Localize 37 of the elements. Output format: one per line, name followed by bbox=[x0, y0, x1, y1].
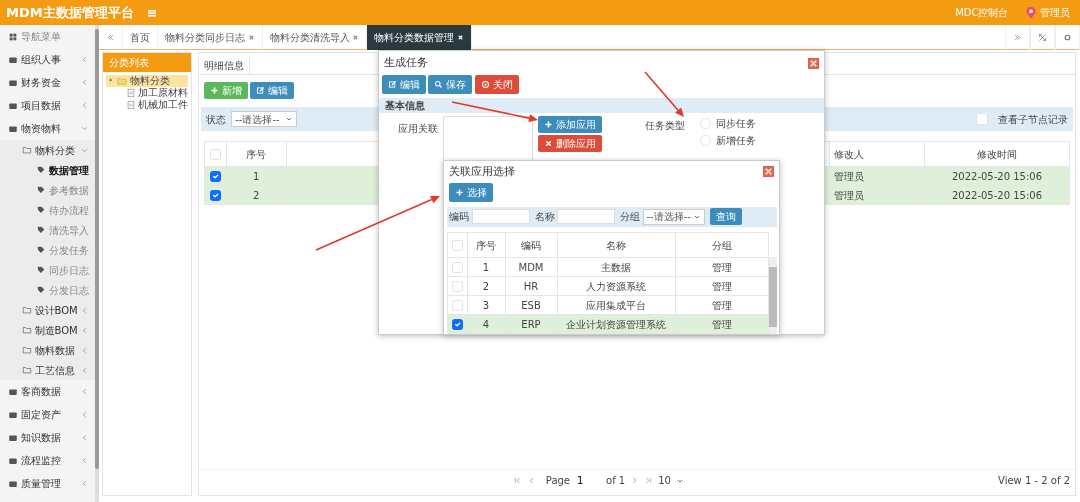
filter-label: 状态 bbox=[206, 112, 227, 127]
table-cell: 3 bbox=[467, 295, 505, 315]
panel-title: 分类列表 bbox=[109, 56, 150, 70]
page-label: Page bbox=[545, 474, 570, 488]
table-cell: 管理 bbox=[675, 276, 769, 296]
table-cell: 主数据 bbox=[557, 257, 675, 277]
sidebar-title: 导航菜单 bbox=[20, 30, 61, 44]
dialog-title: 关联应用选择 bbox=[449, 163, 516, 180]
field-label: 应用关联 bbox=[397, 121, 439, 136]
filter-label: 名称 bbox=[534, 210, 555, 225]
page-summary: View 1 - 2 of 2 bbox=[998, 474, 1070, 488]
column-header: 序号 bbox=[226, 141, 287, 167]
column-header: 修改人 bbox=[829, 141, 925, 167]
checkbox-label: 查看子节点记录 bbox=[997, 112, 1068, 127]
table-cell: HR bbox=[505, 276, 557, 296]
column-header: 编码 bbox=[505, 232, 557, 258]
section-header: 基本信息 bbox=[379, 98, 824, 113]
column-header: 修改时间 bbox=[924, 141, 1070, 167]
app-title: MDM主数据管理平台 bbox=[5, 3, 134, 22]
table-cell: 管理 bbox=[675, 257, 769, 277]
filter-label: 编码 bbox=[449, 210, 469, 225]
table-cell: 管理 bbox=[675, 295, 769, 315]
table-cell: 应用集成平台 bbox=[557, 295, 675, 315]
column-header: 分组 bbox=[675, 232, 769, 258]
table-cell: MDM bbox=[505, 257, 557, 277]
table-cell: 人力资源系统 bbox=[557, 276, 675, 296]
column-header: 名称 bbox=[557, 232, 675, 258]
table-cell: ESB bbox=[505, 295, 557, 315]
column-header: 序号 bbox=[467, 232, 505, 258]
table-cell: 1 bbox=[467, 257, 505, 277]
field-label: 任务类型 bbox=[644, 119, 686, 133]
page-count: of 1 bbox=[606, 474, 626, 488]
table-cell: 2 bbox=[467, 276, 505, 296]
filter-label: 分组 bbox=[620, 210, 640, 225]
dialog-title: 生成任务 bbox=[384, 55, 429, 71]
radio-label: 新增任务 bbox=[716, 134, 756, 148]
radio-label: 同步任务 bbox=[716, 116, 756, 131]
